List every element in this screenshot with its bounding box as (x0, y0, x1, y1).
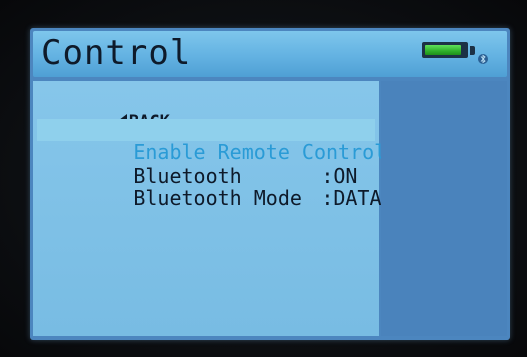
battery-icon (422, 42, 468, 58)
battery-tip (470, 46, 475, 55)
menu-item-enable-remote-control[interactable]: Enable Remote Control (37, 119, 386, 163)
device-bezel: Control BACK Enable Remote Control Bluet… (0, 0, 527, 357)
side-panel (381, 81, 507, 336)
page-title: Control (41, 33, 192, 73)
battery-level-fill (425, 45, 461, 55)
menu-panel: BACK Enable Remote Control Bluetooth:ON … (33, 81, 386, 336)
setting-value: DATA (333, 186, 382, 210)
setting-separator: : (321, 186, 334, 210)
bluetooth-icon (478, 54, 488, 64)
menu-item-bluetooth-mode[interactable]: Bluetooth Mode:DATA (37, 165, 382, 231)
setting-label: Bluetooth Mode (133, 186, 302, 210)
lcd-screen: Control BACK Enable Remote Control Bluet… (30, 28, 510, 340)
